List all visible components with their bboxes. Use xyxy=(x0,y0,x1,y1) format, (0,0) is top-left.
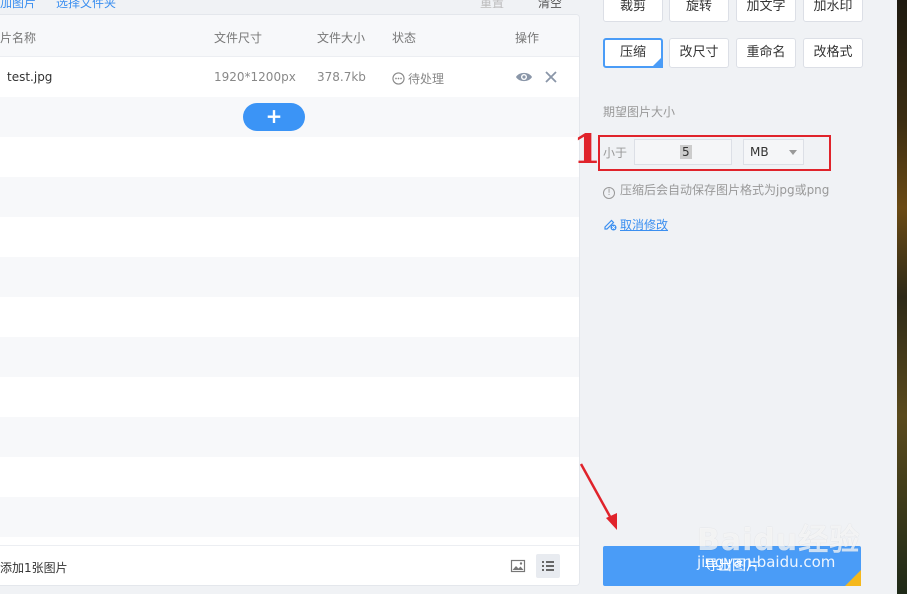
resize-button[interactable]: 改尺寸 xyxy=(669,38,729,68)
background-photo-edge xyxy=(897,0,907,594)
compress-hint-text: 压缩后会自动保存图片格式为jpg或png xyxy=(620,183,830,197)
column-size: 文件大小 xyxy=(317,31,366,45)
clear-link[interactable]: 清空 xyxy=(538,0,562,11)
add-file-button[interactable]: + xyxy=(243,103,305,131)
list-footer: 添加1张图片 xyxy=(0,545,579,585)
column-dimensions: 文件尺寸 xyxy=(214,31,263,45)
file-list-panel: 片名称 文件尺寸 文件大小 状态 操作 test.jpg 1920*1200px… xyxy=(0,14,580,586)
cancel-changes-label: 取消修改 xyxy=(620,218,669,232)
less-than-label: 小于 xyxy=(603,146,628,160)
cancel-changes-link[interactable]: 取消修改 xyxy=(603,216,668,233)
rotate-button[interactable]: 旋转 xyxy=(669,0,729,22)
target-size-value: 5 xyxy=(680,145,692,159)
crop-button[interactable]: 裁剪 xyxy=(603,0,663,22)
export-button-label: 导出图片 xyxy=(704,558,760,574)
chevron-down-icon xyxy=(789,150,797,155)
size-unit-select[interactable]: MB xyxy=(743,139,804,165)
file-name: test.jpg xyxy=(7,70,53,84)
file-count: 添加1张图片 xyxy=(0,561,68,575)
convert-format-button[interactable]: 改格式 xyxy=(803,38,863,68)
list-stripe xyxy=(0,417,579,457)
red-arrow-annotation xyxy=(579,463,617,530)
file-status-label: 待处理 xyxy=(408,72,445,86)
table-row[interactable]: test.jpg 1920*1200px 378.7kb 待处理 xyxy=(0,57,579,97)
file-dimensions: 1920*1200px xyxy=(214,70,296,84)
rename-button[interactable]: 重命名 xyxy=(736,38,796,68)
list-stripe xyxy=(0,177,579,217)
export-button[interactable]: 导出图片 xyxy=(603,546,861,586)
close-icon[interactable] xyxy=(545,71,557,83)
column-name: 片名称 xyxy=(0,31,37,45)
list-stripe xyxy=(0,337,579,377)
settings-panel: 裁剪 旋转 加文字 加水印 压缩 改尺寸 重命名 改格式 期望图片大小 1 小于… xyxy=(573,0,897,594)
step-number-annotation: 1 xyxy=(573,126,601,173)
info-icon: ! xyxy=(603,187,615,199)
top-toolbar: 加图片 选择文件夹 重置 清空 xyxy=(0,0,580,14)
list-view-icon xyxy=(542,561,554,571)
add-text-button[interactable]: 加文字 xyxy=(736,0,796,22)
compress-button-label: 压缩 xyxy=(619,45,646,60)
reset-link[interactable]: 重置 xyxy=(480,0,504,11)
size-unit-value: MB xyxy=(750,145,769,159)
list-stripe xyxy=(0,257,579,297)
eye-icon[interactable] xyxy=(515,70,533,84)
compress-button[interactable]: 压缩 xyxy=(603,38,663,68)
table-header: 片名称 文件尺寸 文件大小 状态 操作 xyxy=(0,15,579,57)
grid-view-icon[interactable] xyxy=(510,558,526,574)
edit-cancel-icon xyxy=(604,219,617,231)
expected-size-label: 期望图片大小 xyxy=(603,105,676,119)
file-status: 待处理 xyxy=(392,70,444,87)
compress-hint: ! 压缩后会自动保存图片格式为jpg或png xyxy=(603,181,829,199)
status-pending-icon xyxy=(392,72,405,85)
column-status: 状态 xyxy=(392,31,417,45)
list-stripe xyxy=(0,497,579,537)
list-view-button[interactable] xyxy=(536,554,560,578)
selected-corner-icon xyxy=(651,56,663,68)
file-size: 378.7kb xyxy=(317,70,366,84)
add-image-link[interactable]: 加图片 xyxy=(0,0,36,11)
column-actions: 操作 xyxy=(515,31,540,45)
vip-crown-icon xyxy=(845,570,861,586)
add-folder-link[interactable]: 选择文件夹 xyxy=(56,0,116,11)
target-size-input[interactable]: 5 xyxy=(634,139,732,165)
add-watermark-button[interactable]: 加水印 xyxy=(803,0,863,22)
